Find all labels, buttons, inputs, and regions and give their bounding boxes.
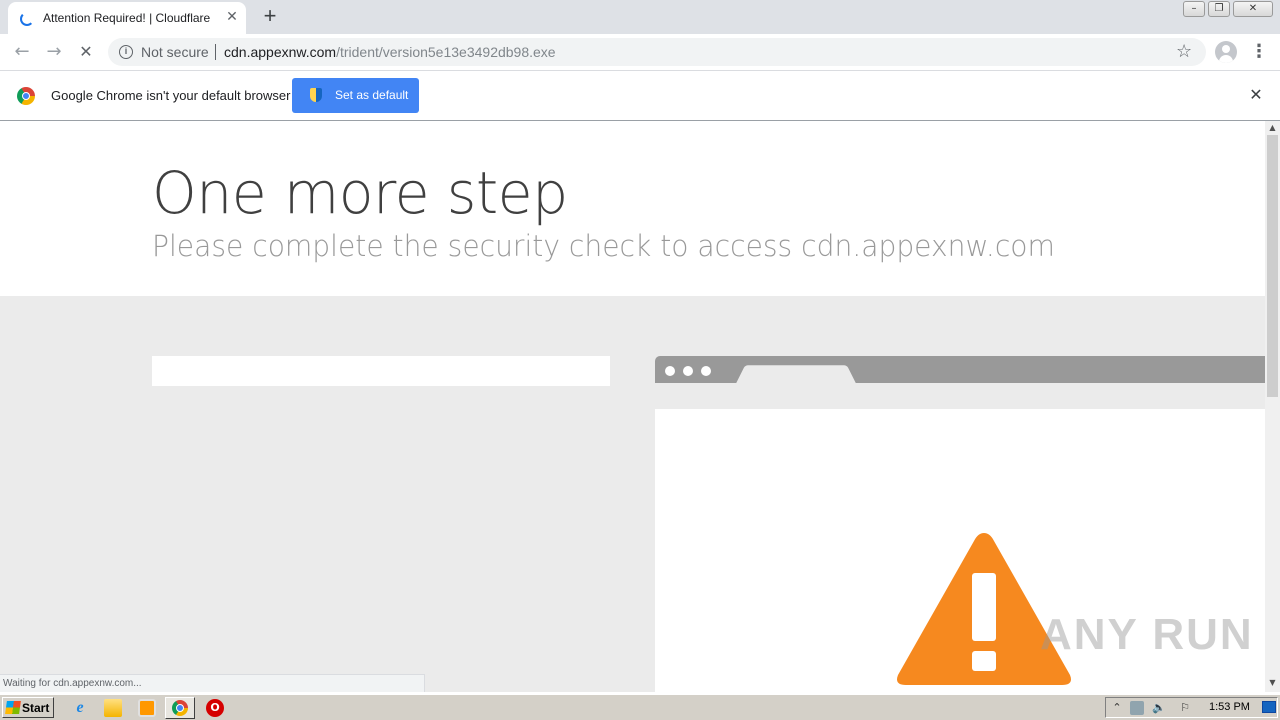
minimize-button[interactable]: – bbox=[1183, 1, 1205, 17]
scroll-up-icon[interactable]: ▲ bbox=[1265, 121, 1280, 135]
scroll-thumb[interactable] bbox=[1267, 135, 1278, 397]
illustration-browser-bar bbox=[655, 356, 1265, 384]
profile-avatar-icon[interactable] bbox=[1215, 41, 1237, 63]
stop-loading-button[interactable]: ✕ bbox=[74, 40, 98, 64]
infobar-message: Google Chrome isn't your default browser bbox=[51, 88, 291, 103]
infobar-close-icon[interactable]: ✕ bbox=[1247, 86, 1265, 104]
warning-bar bbox=[972, 573, 996, 641]
warning-icon bbox=[897, 533, 1071, 685]
chrome-logo-icon bbox=[17, 87, 35, 105]
volume-icon[interactable]: 🔈 bbox=[1152, 701, 1166, 715]
back-button[interactable]: ← bbox=[10, 40, 34, 64]
taskbar-chrome-button[interactable] bbox=[165, 697, 195, 719]
page-headline: One more step bbox=[152, 159, 568, 227]
url-text[interactable]: cdn.appexnw.com/trident/version5e13e3492… bbox=[224, 44, 556, 60]
captcha-placeholder[interactable] bbox=[152, 356, 610, 386]
url-path: /trident/version5e13e3492db98.exe bbox=[336, 44, 556, 60]
anyrun-watermark: ANY RUN bbox=[1040, 610, 1254, 659]
tab-close-icon[interactable]: ✕ bbox=[224, 9, 240, 25]
tab-strip: Attention Required! | Cloudflare ✕ + – ❐… bbox=[0, 0, 1280, 34]
internet-explorer-icon[interactable]: e bbox=[71, 699, 89, 717]
uac-shield-icon bbox=[310, 88, 322, 102]
chrome-taskbar-icon bbox=[172, 700, 188, 716]
set-as-default-label: Set as default bbox=[335, 88, 409, 102]
illustration-tab bbox=[736, 365, 856, 384]
forward-button[interactable]: → bbox=[42, 40, 66, 64]
system-tray: ⌃ 🔈 ⚐ 1:53 PM bbox=[1105, 697, 1278, 718]
security-label[interactable]: Not secure bbox=[141, 44, 209, 60]
file-explorer-icon[interactable] bbox=[104, 699, 122, 717]
header-band: One more step Please complete the securi… bbox=[0, 121, 1265, 296]
tray-expand-icon[interactable]: ⌃ bbox=[1110, 701, 1124, 715]
restore-button[interactable]: ❐ bbox=[1208, 1, 1230, 17]
action-center-flag-icon[interactable]: ⚐ bbox=[1178, 701, 1192, 715]
opera-icon[interactable]: O bbox=[206, 699, 224, 717]
info-icon[interactable]: i bbox=[119, 45, 133, 59]
page-subheadline: Please complete the security check to ac… bbox=[152, 229, 1055, 263]
window-close-button[interactable]: ✕ bbox=[1233, 1, 1273, 17]
windows-logo-icon bbox=[5, 701, 21, 714]
page-scrollbar[interactable]: ▲ ▼ bbox=[1265, 121, 1280, 692]
address-bar[interactable]: i Not secure cdn.appexnw.com/trident/ver… bbox=[108, 38, 1206, 66]
bookmark-star-icon[interactable]: ☆ bbox=[1176, 41, 1192, 62]
network-icon[interactable] bbox=[1130, 701, 1144, 715]
taskbar: Start e O ⌃ 🔈 ⚐ 1:53 PM bbox=[0, 694, 1280, 720]
browser-toolbar: ← → ✕ i Not secure cdn.appexnw.com/tride… bbox=[0, 34, 1280, 70]
window-dot bbox=[683, 366, 693, 376]
window-dot bbox=[701, 366, 711, 376]
set-as-default-button[interactable]: Set as default bbox=[292, 78, 419, 113]
tab-cloudflare[interactable]: Attention Required! | Cloudflare ✕ bbox=[8, 2, 246, 34]
status-bubble: Waiting for cdn.appexnw.com... bbox=[0, 674, 425, 692]
chrome-menu-button[interactable]: ⋮ bbox=[1250, 40, 1268, 64]
omnibox-separator bbox=[215, 44, 216, 60]
warning-dot bbox=[972, 651, 996, 671]
loading-spinner-icon bbox=[20, 12, 34, 26]
media-player-icon[interactable] bbox=[138, 699, 156, 717]
page-content: One more step Please complete the securi… bbox=[0, 121, 1265, 692]
clock[interactable]: 1:53 PM bbox=[1209, 701, 1250, 713]
new-tab-button[interactable]: + bbox=[258, 5, 282, 29]
default-browser-infobar: Google Chrome isn't your default browser… bbox=[0, 70, 1280, 121]
scroll-down-icon[interactable]: ▼ bbox=[1265, 676, 1280, 690]
show-desktop-icon[interactable] bbox=[1262, 701, 1276, 713]
window-dot bbox=[665, 366, 675, 376]
tab-title: Attention Required! | Cloudflare bbox=[43, 11, 211, 25]
url-host: cdn.appexnw.com bbox=[224, 44, 337, 60]
screen: Attention Required! | Cloudflare ✕ + – ❐… bbox=[0, 0, 1280, 720]
start-button[interactable]: Start bbox=[2, 697, 54, 718]
start-label: Start bbox=[22, 701, 50, 715]
